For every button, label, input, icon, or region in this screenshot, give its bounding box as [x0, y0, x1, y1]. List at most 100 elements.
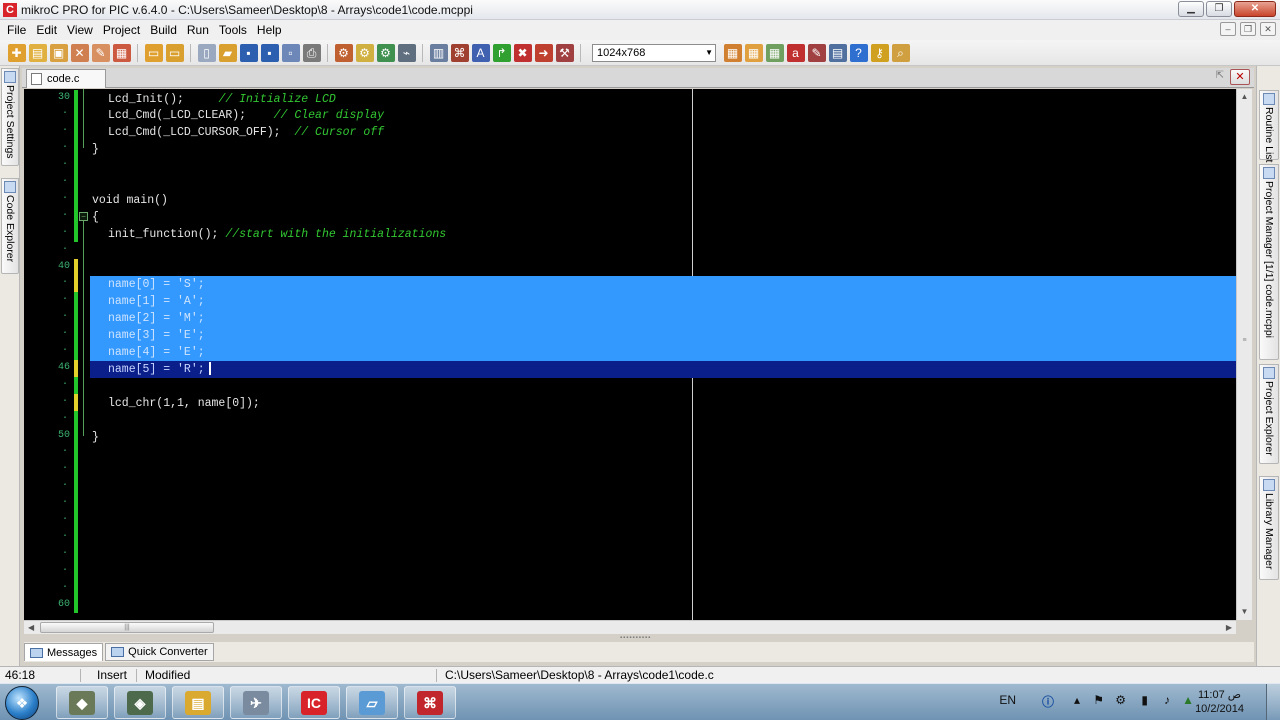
code-line[interactable]: name[5] = 'R'; — [108, 361, 211, 378]
code-line[interactable]: name[4] = 'E'; — [108, 344, 205, 361]
taskbar-mikroc[interactable]: IC — [288, 686, 340, 719]
code-line[interactable]: Lcd_Cmd(_LCD_CURSOR_OFF); // Cursor off — [108, 124, 384, 141]
vertical-scrollbar[interactable]: ▲ ≡ ▼ — [1236, 89, 1252, 620]
pdf-icon[interactable]: a — [786, 43, 805, 62]
horizontal-scroll-thumb[interactable]: ||| — [40, 622, 214, 633]
code-line[interactable]: } — [92, 141, 99, 158]
stop-icon[interactable]: ✖ — [513, 43, 532, 62]
build-icon[interactable]: ⚙ — [334, 43, 353, 62]
menu-tools[interactable]: Tools — [214, 23, 252, 37]
code-editor[interactable]: 30 · · · · · · · · · 40 · · · · · 46 · · · 50 · · · · · · · · · 60 − Lc… — [24, 89, 1236, 620]
open-file-2-icon[interactable]: ▰ — [218, 43, 237, 62]
project-explorer-tab[interactable]: Project Explorer — [1259, 364, 1279, 464]
save-project-icon[interactable]: ▣ — [49, 43, 68, 62]
view-2-icon[interactable]: ▦ — [744, 43, 763, 62]
doc-icon[interactable]: ✎ — [807, 43, 826, 62]
language-indicator[interactable]: EN — [999, 693, 1016, 707]
show-desktop-button[interactable] — [1266, 684, 1280, 720]
menu-edit[interactable]: Edit — [31, 23, 62, 37]
code-line[interactable]: init_function(); //start with the initia… — [108, 226, 446, 243]
scroll-left-arrow-icon[interactable]: ◀ — [28, 621, 34, 634]
taskbar-app-6[interactable]: ▱ — [346, 686, 398, 719]
library-manager-tab[interactable]: Library Manager — [1259, 476, 1279, 580]
tab-code-c[interactable]: code.c — [26, 69, 106, 88]
close-project-icon[interactable]: ✕ — [70, 43, 89, 62]
tray-arrow-icon[interactable]: ▴ — [1074, 693, 1080, 707]
taskbar-explorer[interactable]: ▤ — [172, 686, 224, 719]
code-line[interactable]: } — [92, 429, 99, 446]
grid-icon[interactable]: ▤ — [828, 43, 847, 62]
build-all-icon[interactable]: ⚙ — [355, 43, 374, 62]
info-icon[interactable]: ⓘ — [1042, 693, 1054, 710]
save-as-icon[interactable]: ▫ — [281, 43, 300, 62]
fold-toggle-icon[interactable]: − — [79, 211, 88, 221]
scroll-right-arrow-icon[interactable]: ▶ — [1226, 621, 1232, 634]
start-button[interactable]: ❖ — [5, 686, 39, 720]
debug-icon[interactable]: ⌘ — [450, 43, 469, 62]
pin-icon[interactable]: ⇱ — [1216, 70, 1224, 81]
code-line[interactable]: name[1] = 'A'; — [108, 293, 205, 310]
open-folder-icon[interactable]: ▭ — [165, 43, 184, 62]
code-line[interactable]: Lcd_Cmd(_LCD_CLEAR); // Clear display — [108, 107, 384, 124]
jump-icon[interactable]: ↱ — [492, 43, 511, 62]
project-manager-tab[interactable]: Project Manager [1/1] code.mcppi — [1259, 164, 1279, 360]
view-1-icon[interactable]: ▦ — [723, 43, 742, 62]
print-icon[interactable]: ⎙ — [302, 43, 321, 62]
flag-icon[interactable]: ⚑ — [1093, 693, 1104, 707]
tab-quick-converter[interactable]: Quick Converter — [105, 643, 214, 661]
step-icon[interactable]: ➜ — [534, 43, 553, 62]
volume-icon[interactable]: ♪ — [1164, 693, 1170, 707]
key-icon[interactable]: ⚷ — [870, 43, 889, 62]
open-project-icon[interactable]: ▤ — [28, 43, 47, 62]
menu-run[interactable]: Run — [182, 23, 214, 37]
close-tab-button[interactable]: ✕ — [1230, 69, 1250, 85]
menu-file[interactable]: File — [2, 23, 31, 37]
doc-minimize-button[interactable]: ‒ — [1220, 22, 1236, 36]
panel-splitter-grip-icon[interactable]: ▪▪▪▪▪▪▪▪▪▪ — [620, 635, 660, 641]
tools-icon[interactable]: ⚒ — [555, 43, 574, 62]
help-icon[interactable]: ? — [849, 43, 868, 62]
view-3-icon[interactable]: ▦ — [765, 43, 784, 62]
save-icon[interactable]: ▪ — [239, 43, 258, 62]
code-line[interactable]: name[2] = 'M'; — [108, 310, 205, 327]
taskbar-app-1[interactable]: ◆ — [56, 686, 108, 719]
clean-project-icon[interactable]: ▦ — [112, 43, 131, 62]
code-line[interactable]: void main() — [92, 192, 168, 209]
code-line[interactable]: Lcd_Init(); // Initialize LCD — [108, 91, 336, 108]
search-icon[interactable]: ⌕ — [891, 43, 910, 62]
code-line[interactable]: name[3] = 'E'; — [108, 327, 205, 344]
close-button[interactable]: ✕ — [1234, 1, 1276, 17]
tray-app-icon[interactable]: ⚙ — [1115, 693, 1126, 707]
horizontal-scrollbar[interactable]: ◀ ||| ▶ — [24, 620, 1236, 634]
new-file-icon[interactable]: ▯ — [197, 43, 216, 62]
menu-project[interactable]: Project — [98, 23, 145, 37]
routine-list-tab[interactable]: Routine List — [1259, 90, 1279, 162]
compile-icon[interactable]: ▥ — [429, 43, 448, 62]
clock[interactable]: 11:07 ص 10/2/2014 — [1195, 688, 1244, 716]
doc-restore-button[interactable]: ❐ — [1240, 22, 1256, 36]
code-line[interactable]: { — [92, 209, 99, 226]
maximize-button[interactable]: ❐ — [1206, 1, 1232, 17]
taskbar-acrobat[interactable]: ⌘ — [404, 686, 456, 719]
scroll-thumb-grip-icon[interactable]: ≡ — [1239, 337, 1250, 349]
code-explorer-tab[interactable]: Code Explorer — [1, 178, 19, 274]
tab-messages[interactable]: Messages — [24, 643, 104, 661]
save-all-icon[interactable]: ▪ — [260, 43, 279, 62]
new-project-icon[interactable]: ✚ — [7, 43, 26, 62]
doc-close-button[interactable]: ✕ — [1260, 22, 1276, 36]
resolution-select[interactable]: 1024x768 ▼ — [592, 43, 716, 62]
open-file-icon[interactable]: ▭ — [144, 43, 163, 62]
edit-project-icon[interactable]: ✎ — [91, 43, 110, 62]
font-icon[interactable]: A — [471, 43, 490, 62]
mikroc-app-icon[interactable]: C — [3, 2, 17, 17]
drive-icon[interactable]: ▲ — [1182, 693, 1194, 707]
menu-help[interactable]: Help — [252, 23, 287, 37]
project-settings-tab[interactable]: Project Settings — [1, 68, 19, 166]
menu-view[interactable]: View — [62, 23, 98, 37]
build-program-icon[interactable]: ⚙ — [376, 43, 395, 62]
programmer-icon[interactable]: ⌁ — [397, 43, 416, 62]
network-icon[interactable]: ▮ — [1141, 693, 1148, 707]
code-line[interactable]: name[0] = 'S'; — [108, 276, 205, 293]
code-line[interactable]: lcd_chr(1,1, name[0]); — [108, 395, 260, 412]
minimize-button[interactable]: ▁ — [1178, 1, 1204, 17]
